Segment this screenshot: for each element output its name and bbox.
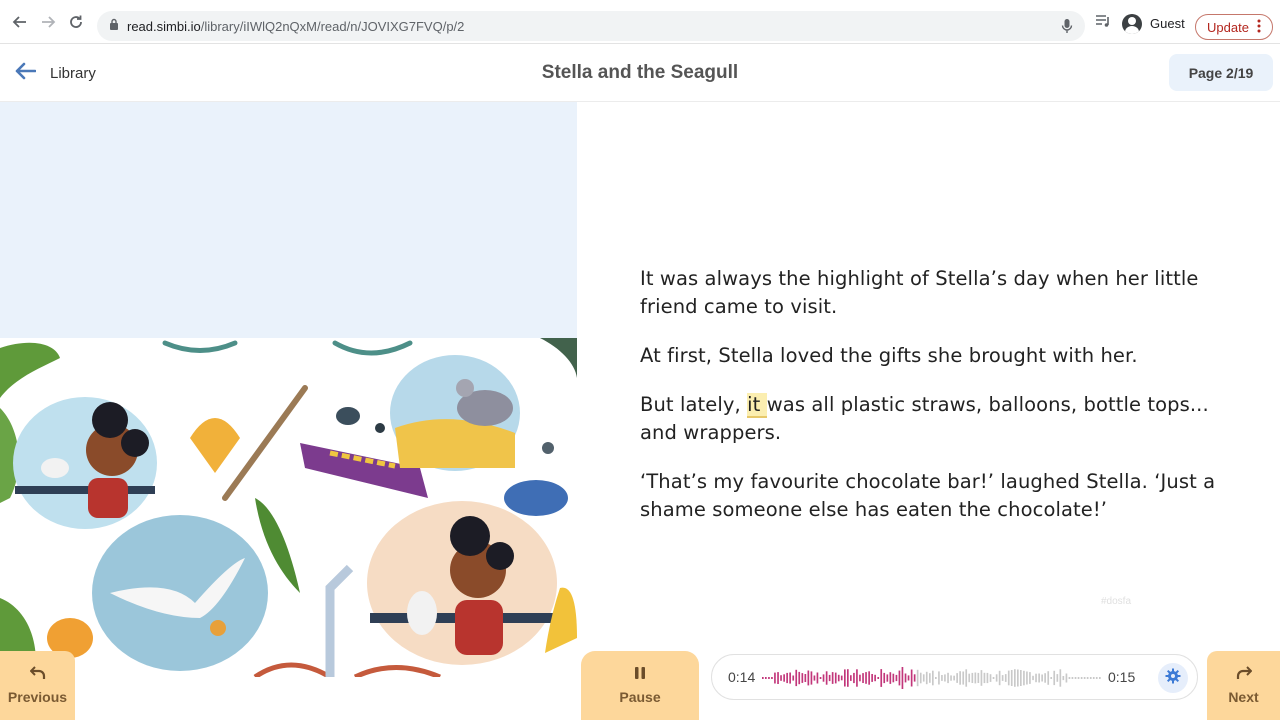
book-title: Stella and the Seagull	[541, 62, 739, 83]
audio-settings-button[interactable]	[1158, 663, 1188, 693]
current-time: 0:14	[728, 669, 756, 685]
profile-label: Guest	[1150, 16, 1185, 31]
previous-label: Previous	[7, 689, 68, 705]
avatar	[1122, 13, 1142, 34]
forward-arrow-icon[interactable]	[38, 12, 58, 32]
reload-icon[interactable]	[66, 12, 86, 32]
story-paragraph: At first, Stella loved the gifts she bro…	[640, 344, 1138, 367]
story-paragraph: But lately, it was all plastic straws, b…	[640, 391, 1230, 447]
story-text: It was always the highlight of Stella’s …	[640, 265, 1230, 545]
url-path: /library/iIWlQ2nQxM/read/n/JOVIXG7FVQ/p/…	[200, 18, 465, 34]
audio-waveform[interactable]	[762, 664, 1102, 692]
story-paragraph: ‘That’s my favourite chocolate bar!’ lau…	[640, 470, 1216, 521]
reading-list-icon[interactable]	[1094, 13, 1112, 34]
story-illustration	[0, 338, 577, 677]
pause-icon	[633, 666, 647, 683]
previous-button[interactable]: Previous	[0, 651, 75, 720]
total-time: 0:15	[1108, 669, 1136, 685]
reader-header: Library Stella and the Seagull Page 2/19	[0, 44, 1280, 102]
more-vert-icon	[1257, 19, 1261, 36]
audio-player: 0:14 0:15	[711, 654, 1198, 700]
lock-icon	[109, 17, 119, 35]
read-along-highlight: it	[747, 393, 767, 418]
story-paragraph: It was always the highlight of Stella’s …	[640, 267, 1199, 318]
page-indicator[interactable]: Page 2/19	[1169, 54, 1273, 91]
text-fragment: But lately,	[640, 393, 748, 416]
next-button[interactable]: Next	[1207, 651, 1280, 720]
undo-arrow-icon	[29, 666, 46, 683]
next-label: Next	[1228, 689, 1259, 705]
address-bar[interactable]: read.simbi.io/library/iIWlQ2nQxM/read/n/…	[97, 11, 1085, 41]
profile-button[interactable]: Guest	[1122, 13, 1185, 34]
back-arrow-icon[interactable]	[10, 12, 30, 32]
redo-arrow-icon	[1236, 666, 1252, 683]
pause-button[interactable]: Pause	[581, 651, 699, 720]
url-host: read.simbi.io	[127, 18, 201, 34]
browser-toolbar: read.simbi.io/library/iIWlQ2nQxM/read/n/…	[0, 0, 1280, 44]
update-label: Update	[1207, 19, 1249, 35]
update-button[interactable]: Update	[1195, 14, 1273, 40]
gear-icon	[1165, 668, 1181, 689]
illustration-panel	[0, 102, 577, 677]
watermark: #dosfa	[1101, 596, 1132, 607]
pause-label: Pause	[619, 689, 661, 705]
microphone-icon[interactable]	[1061, 18, 1073, 39]
url-text: read.simbi.io/library/iIWlQ2nQxM/read/n/…	[127, 19, 464, 34]
